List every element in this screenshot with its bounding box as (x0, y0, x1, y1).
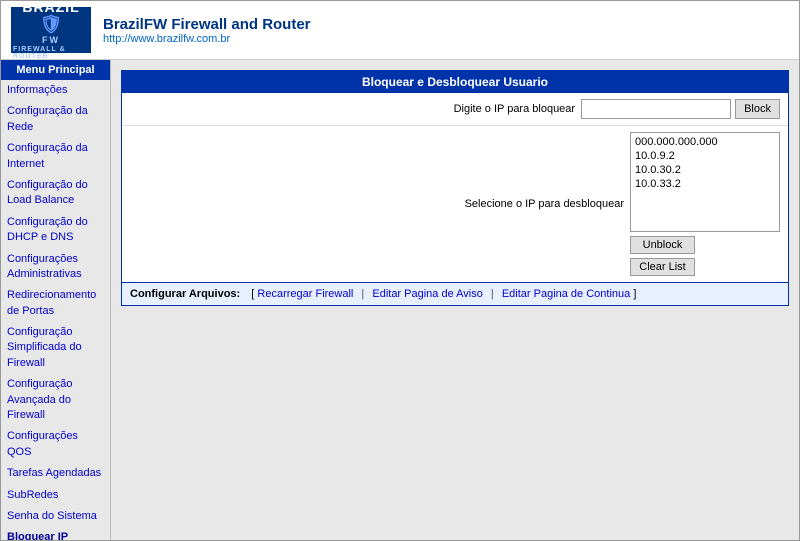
list-item[interactable]: 000.000.000.000 (633, 135, 777, 149)
config-sep-1: | (358, 288, 367, 300)
sidebar-item-qos[interactable]: Configurações QOS (1, 426, 110, 463)
sidebar-item-redir[interactable]: Redirecionamento de Portas (1, 285, 110, 322)
panel-title: Bloquear e Desbloquear Usuario (122, 71, 788, 93)
config-bar: Configurar Arquivos: [ Recarregar Firewa… (122, 282, 788, 305)
logo-brand-top: BRAZIL (22, 0, 79, 14)
sidebar-item-bloquear[interactable]: Bloquear IP (1, 527, 110, 540)
sidebar-item-simplefw[interactable]: Configuração Simplificada do Firewall (1, 322, 110, 374)
unblock-list-area: 000.000.000.000 10.0.9.2 10.0.30.2 10.0.… (630, 132, 780, 276)
sidebar-item-admin[interactable]: Configurações Administrativas (1, 249, 110, 286)
sidebar-item-advfw[interactable]: Configuração Avançada do Firewall (1, 374, 110, 426)
logo-shield-icon: 🛡 (40, 14, 63, 35)
sidebar-item-senha[interactable]: Senha do Sistema (1, 506, 110, 527)
sidebar-item-rede[interactable]: Configuração da Rede (1, 101, 110, 138)
logo: BRAZIL 🛡 FW FIREWALL & ROUTER (11, 7, 91, 53)
list-item[interactable]: 10.0.9.2 (633, 149, 777, 163)
block-unblock-panel: Bloquear e Desbloquear Usuario Digite o … (121, 70, 789, 306)
main-layout: Menu Principal Informações Configuração … (1, 60, 799, 540)
list-item[interactable]: 10.0.30.2 (633, 163, 777, 177)
header-text: BrazilFW Firewall and Router http://www.… (103, 16, 311, 45)
unblock-area: Selecione o IP para desbloquear 000.000.… (122, 126, 788, 282)
sidebar-item-subredes[interactable]: SubRedes (1, 485, 110, 506)
block-ip-input[interactable] (581, 99, 731, 119)
sidebar-item-dhcp[interactable]: Configuração do DHCP e DNS (1, 212, 110, 249)
app-url[interactable]: http://www.brazilfw.com.br (103, 33, 230, 45)
edit-aviso-link[interactable]: Editar Pagina de Aviso (372, 288, 482, 300)
config-bracket-open: [ (248, 288, 257, 300)
sidebar-item-tarefas[interactable]: Tarefas Agendadas (1, 463, 110, 484)
logo-sub-text: FIREWALL & ROUTER (13, 46, 89, 60)
app-title: BrazilFW Firewall and Router (103, 16, 311, 33)
block-ip-label: Digite o IP para bloquear (130, 103, 581, 115)
block-button[interactable]: Block (735, 99, 780, 119)
sidebar: Menu Principal Informações Configuração … (1, 60, 111, 540)
block-form-row: Digite o IP para bloquear Block (122, 93, 788, 126)
reload-firewall-link[interactable]: Recarregar Firewall (257, 288, 353, 300)
logo-fw-text: FW (42, 35, 60, 45)
sidebar-item-informacoes[interactable]: Informações (1, 80, 110, 101)
ip-listbox[interactable]: 000.000.000.000 10.0.9.2 10.0.30.2 10.0.… (630, 132, 780, 232)
sidebar-item-loadbalance[interactable]: Configuração do Load Balance (1, 175, 110, 212)
list-item[interactable]: 10.0.33.2 (633, 177, 777, 191)
sidebar-title: Menu Principal (1, 60, 110, 80)
unblock-ip-label: Selecione o IP para desbloquear (130, 132, 630, 276)
edit-continua-link[interactable]: Editar Pagina de Continua (502, 288, 630, 300)
config-sep-2: | (488, 288, 497, 300)
sidebar-item-internet[interactable]: Configuração da Internet (1, 138, 110, 175)
header: BRAZIL 🛡 FW FIREWALL & ROUTER BrazilFW F… (1, 1, 799, 60)
config-bracket-close: ] (630, 288, 636, 300)
config-bar-label: Configurar Arquivos: (130, 288, 240, 300)
unblock-button[interactable]: Unblock (630, 236, 695, 254)
clearlist-button[interactable]: Clear List (630, 258, 695, 276)
content-area: Bloquear e Desbloquear Usuario Digite o … (111, 60, 799, 540)
